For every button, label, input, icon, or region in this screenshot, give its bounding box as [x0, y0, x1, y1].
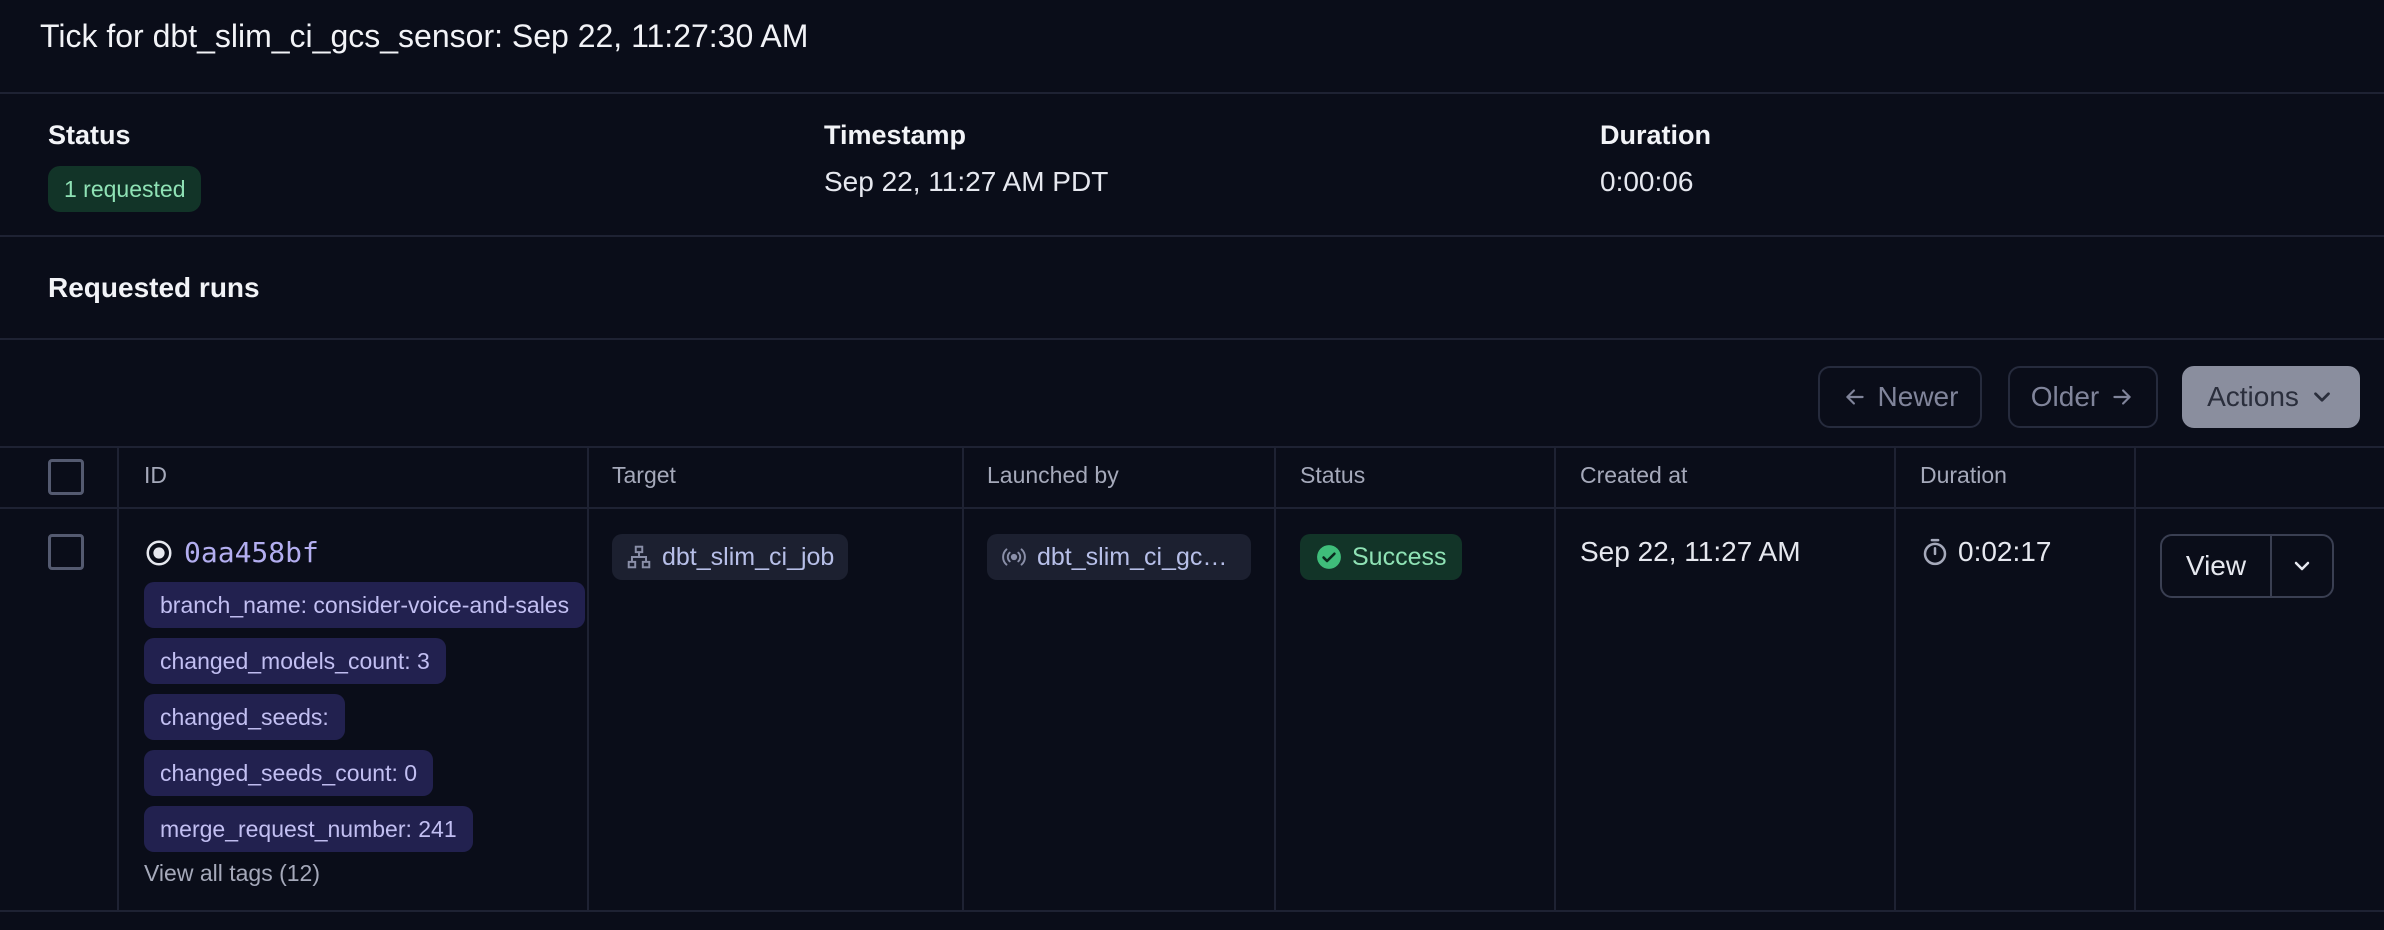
column-divider	[962, 447, 964, 911]
column-header-id[interactable]: ID	[144, 462, 167, 489]
column-header-created-at[interactable]: Created at	[1580, 462, 1687, 489]
actions-dropdown-button[interactable]: Actions	[2182, 366, 2360, 428]
job-icon	[627, 545, 651, 569]
column-divider	[1274, 447, 1276, 911]
column-divider	[1894, 447, 1896, 911]
run-tag[interactable]: branch_name: consider-voice-and-sales	[144, 582, 586, 628]
view-menu-button[interactable]	[2272, 536, 2332, 596]
arrow-left-icon	[1845, 389, 1864, 405]
run-target-icon	[146, 540, 172, 565]
arrow-right-icon	[2113, 389, 2131, 405]
sensor-icon	[1002, 548, 1026, 566]
status-label: Status	[48, 120, 131, 150]
column-divider	[117, 447, 119, 911]
run-tag[interactable]: changed_seeds:	[144, 694, 345, 740]
run-id: 0aa458bf	[184, 536, 319, 569]
run-tag[interactable]: changed_models_count: 3	[144, 638, 446, 684]
timestamp-label: Timestamp	[824, 120, 967, 150]
table-header-top-border	[0, 446, 2384, 448]
view-all-tags-link[interactable]: View all tags (12)	[144, 860, 320, 887]
view-button-group: View	[2160, 534, 2334, 598]
column-header-target[interactable]: Target	[612, 462, 676, 489]
check-circle-icon	[1317, 545, 1341, 569]
divider	[0, 338, 2384, 340]
run-id-link[interactable]: 0aa458bf	[144, 536, 319, 569]
table-bottom-border	[0, 910, 2384, 912]
run-tag[interactable]: changed_seeds_count: 0	[144, 750, 434, 796]
newer-button[interactable]: Newer	[1818, 366, 1982, 428]
run-status-badge: Success	[1300, 534, 1463, 580]
column-divider	[1554, 447, 1556, 911]
older-button[interactable]: Older	[2008, 366, 2158, 428]
row-select-checkbox[interactable]	[48, 534, 84, 570]
table-header-bottom-border	[0, 507, 2384, 509]
run-status-label: Success	[1352, 542, 1447, 571]
chevron-down-icon	[2294, 561, 2310, 571]
target-job-chip[interactable]: dbt_slim_ci_job	[612, 534, 849, 580]
page-title: Tick for dbt_slim_ci_gcs_sensor: Sep 22,…	[40, 18, 809, 54]
target-job-name: dbt_slim_ci_job	[662, 542, 835, 571]
column-header-launched-by[interactable]: Launched by	[987, 462, 1119, 489]
view-run-button[interactable]: View	[2162, 536, 2272, 596]
timestamp-value: Sep 22, 11:27 AM PDT	[824, 166, 1109, 197]
run-tags: branch_name: consider-voice-and-sales ch…	[144, 582, 588, 862]
older-label: Older	[2030, 381, 2100, 412]
column-header-status[interactable]: Status	[1300, 462, 1365, 489]
select-all-checkbox[interactable]	[48, 459, 84, 495]
duration-label: Duration	[1600, 120, 1711, 150]
run-duration-value: 0:02:17	[1958, 536, 2052, 567]
newer-label: Newer	[1877, 381, 1959, 412]
status-badge: 1 requested	[48, 166, 202, 212]
column-header-duration[interactable]: Duration	[1920, 462, 2007, 489]
timer-icon	[1923, 538, 1947, 566]
run-created-at: Sep 22, 11:27 AM	[1580, 536, 1801, 567]
launched-by-name: dbt_slim_ci_gcs_sensor	[1037, 542, 1237, 571]
divider	[0, 92, 2384, 94]
launched-by-sensor-chip[interactable]: dbt_slim_ci_gcs_sensor	[987, 534, 1251, 580]
run-tag[interactable]: merge_request_number: 241	[144, 806, 473, 852]
column-divider	[2134, 447, 2136, 911]
divider	[0, 235, 2384, 237]
chevron-down-icon	[2314, 392, 2330, 402]
run-duration: 0:02:17	[1920, 536, 2051, 568]
duration-value: 0:00:06	[1600, 166, 1694, 197]
actions-label: Actions	[2207, 381, 2299, 412]
requested-runs-heading: Requested runs	[48, 272, 260, 303]
